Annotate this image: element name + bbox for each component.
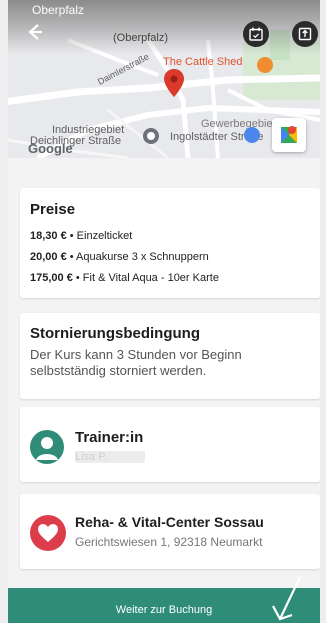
price-label: • Einzelticket xyxy=(66,230,133,242)
price-row: 20,00 € • Aquakurse 3 x Schnuppern xyxy=(30,251,209,263)
map-pin-icon[interactable] xyxy=(163,68,185,98)
price-label: • Aquakurse 3 x Schnuppern xyxy=(66,251,209,263)
location-map[interactable]: Oberpfalz (Oberpfalz) Daimlerstraße The … xyxy=(8,0,320,158)
prices-title: Preise xyxy=(30,201,76,218)
price-label: • Fit & Vital Aqua - 10er Karte xyxy=(72,272,219,284)
back-button[interactable] xyxy=(24,22,46,44)
trainer-card[interactable]: Trainer:in Lisa P. xyxy=(20,407,320,482)
add-to-calendar-button[interactable] xyxy=(243,21,269,47)
location-logo xyxy=(30,515,66,551)
map-label-cattle-shed[interactable]: The Cattle Shed xyxy=(163,56,243,68)
location-address: Gerichtswiesen 1, 92318 Neumarkt xyxy=(75,535,263,549)
price-row: 18,30 € • Einzelticket xyxy=(30,230,132,242)
trainer-avatar xyxy=(30,430,64,464)
map-label-region-small: (Oberpfalz) xyxy=(113,32,169,44)
swipe-arrow-icon xyxy=(272,576,301,621)
price-row: 175,00 € • Fit & Vital Aqua - 10er Karte xyxy=(30,272,219,284)
location-name: Reha- & Vital-Center Sossau xyxy=(75,514,264,530)
cancellation-title: Stornierungsbedingung xyxy=(30,325,200,342)
place-poi-icon[interactable] xyxy=(143,128,159,144)
heart-icon xyxy=(38,524,58,542)
prices-card: Preise 18,30 € • Einzelticket 20,00 € • … xyxy=(20,188,320,298)
map-label-region: Oberpfalz xyxy=(32,3,85,17)
cancellation-text: Der Kurs kann 3 Stunden vor Beginn selbs… xyxy=(30,347,242,378)
course-detail-screen: Oberpfalz (Oberpfalz) Daimlerstraße The … xyxy=(8,0,320,623)
price-amount: 20,00 € xyxy=(30,251,67,263)
map-label-gewerbegebiet: Gewerbegebiet xyxy=(201,118,276,130)
restaurant-poi-icon[interactable] xyxy=(257,57,273,73)
shop-poi-icon[interactable] xyxy=(244,127,260,143)
location-card[interactable]: Reha- & Vital-Center Sossau Gerichtswies… xyxy=(20,494,320,569)
share-button[interactable] xyxy=(292,21,318,47)
google-maps-icon xyxy=(281,126,297,143)
back-arrow-icon xyxy=(28,24,42,40)
open-google-maps-button[interactable] xyxy=(272,118,306,152)
trainer-title: Trainer:in xyxy=(75,429,144,446)
cancellation-card: Stornierungsbedingung Der Kurs kann 3 St… xyxy=(20,313,320,399)
person-icon xyxy=(36,437,58,460)
trainer-name: Lisa P. xyxy=(75,451,145,463)
google-attribution: Google xyxy=(28,141,73,156)
price-amount: 175,00 € xyxy=(30,272,73,284)
calendar-icon xyxy=(249,27,263,41)
price-amount: 18,30 € xyxy=(30,230,67,242)
share-icon xyxy=(298,27,312,41)
